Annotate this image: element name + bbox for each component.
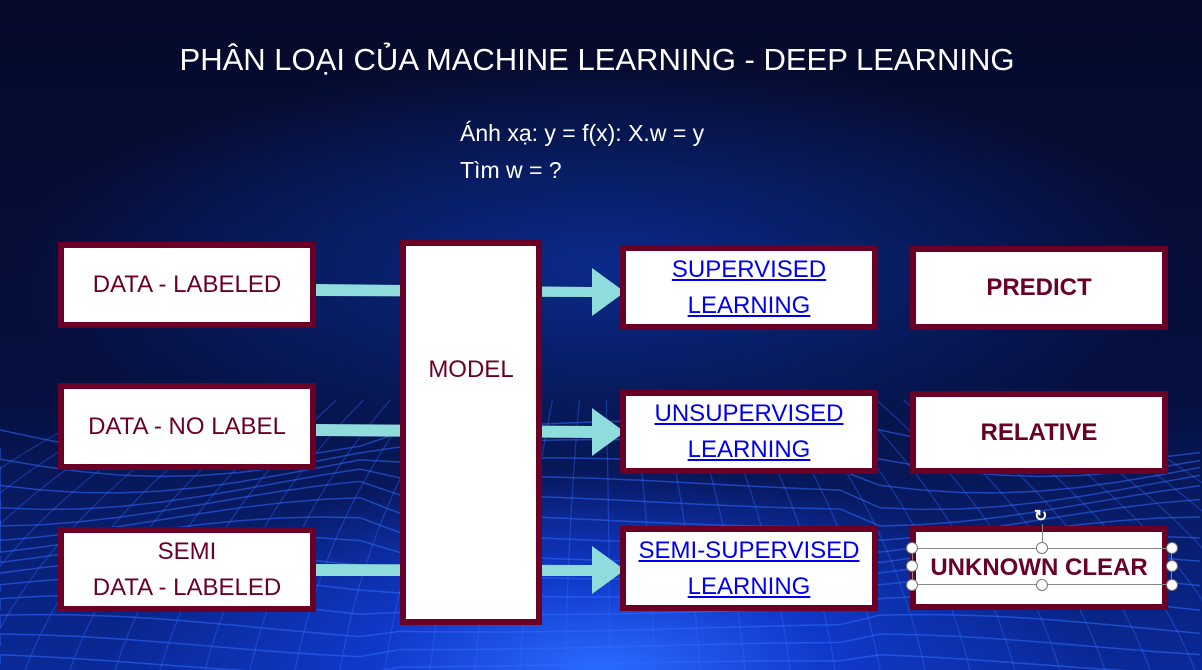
result-box-predict[interactable]: PREDICT bbox=[910, 246, 1168, 330]
input-box-labeled[interactable]: DATA - LABELED bbox=[58, 242, 316, 328]
result-label: RELATIVE bbox=[980, 418, 1098, 446]
semi-supervised-link[interactable]: LEARNING bbox=[688, 569, 811, 605]
learning-box-semi[interactable]: SEMI-SUPERVISED LEARNING bbox=[620, 526, 878, 611]
input-box-no-label[interactable]: DATA - NO LABEL bbox=[58, 383, 316, 470]
input-label: DATA - LABELED bbox=[92, 573, 282, 601]
resize-handle[interactable] bbox=[1166, 542, 1178, 554]
semi-supervised-link[interactable]: SEMI-SUPERVISED bbox=[639, 533, 860, 569]
model-label: MODEL bbox=[428, 356, 514, 383]
resize-handle[interactable] bbox=[1036, 542, 1048, 554]
resize-handle[interactable] bbox=[906, 542, 918, 554]
resize-handle[interactable] bbox=[1166, 560, 1178, 572]
resize-handle[interactable] bbox=[1036, 579, 1048, 591]
model-box[interactable]: MODEL bbox=[400, 240, 542, 625]
rotate-handle-icon[interactable]: ↻ bbox=[1034, 506, 1047, 526]
unsupervised-link[interactable]: LEARNING bbox=[688, 432, 811, 468]
supervised-link[interactable]: LEARNING bbox=[688, 288, 811, 324]
input-label: SEMI bbox=[157, 537, 217, 565]
input-label: DATA - NO LABEL bbox=[88, 412, 286, 440]
supervised-link[interactable]: SUPERVISED bbox=[672, 252, 826, 288]
unsupervised-link[interactable]: UNSUPERVISED bbox=[655, 396, 844, 432]
resize-handle[interactable] bbox=[1166, 579, 1178, 591]
resize-handle[interactable] bbox=[906, 579, 918, 591]
input-box-semi[interactable]: SEMI DATA - LABELED bbox=[58, 527, 316, 612]
input-label: DATA - LABELED bbox=[92, 271, 282, 298]
resize-handle[interactable] bbox=[906, 560, 918, 572]
learning-box-supervised[interactable]: SUPERVISED LEARNING bbox=[620, 245, 878, 330]
result-box-relative[interactable]: RELATIVE bbox=[910, 391, 1168, 474]
learning-box-unsupervised[interactable]: UNSUPERVISED LEARNING bbox=[620, 390, 878, 474]
result-label: PREDICT bbox=[986, 274, 1092, 301]
